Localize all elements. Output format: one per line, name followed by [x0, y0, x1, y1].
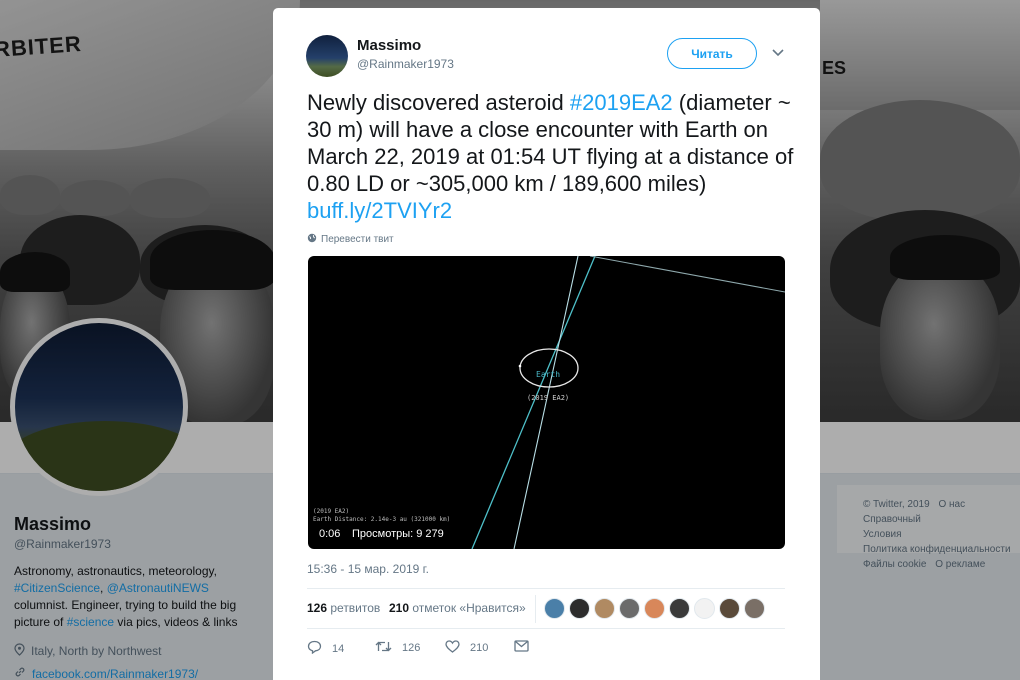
video-views-badge: Просмотры: 9 279: [346, 526, 450, 542]
tweet-actions: 14 126 210: [307, 640, 607, 660]
liker-avatars: [544, 598, 765, 619]
asteroid-trajectory-line: [471, 256, 596, 549]
liker-avatar[interactable]: [694, 598, 715, 619]
reply-button[interactable]: 14: [307, 640, 344, 657]
tweet-text: Newly discovered asteroid #2019EA2 (diam…: [307, 89, 797, 224]
trajectory-line: [589, 256, 785, 293]
tweet-text-part: Newly discovered asteroid: [307, 90, 570, 115]
tweet-link[interactable]: buff.ly/2TVIYr2: [307, 198, 452, 223]
earth-orbit-ellipse: [519, 348, 579, 388]
retweet-count: 126: [307, 601, 328, 615]
media-info-line: Earth Distance: 2.14e-3 au (321000 km): [313, 516, 451, 523]
trajectory-line: [513, 256, 579, 549]
tweet-author-handle[interactable]: @Rainmaker1973: [357, 57, 454, 71]
translate-label: Перевести твит: [321, 234, 394, 245]
tweet-author-name[interactable]: Massimo: [357, 37, 421, 54]
liker-avatar[interactable]: [594, 598, 615, 619]
liker-avatar[interactable]: [744, 598, 765, 619]
like-count: 210: [389, 601, 410, 615]
media-earth-label: Earth: [536, 370, 561, 379]
tweet-stats: 126 ретвитов 210 отметок «Нравится»: [307, 588, 785, 629]
tweet-timestamp[interactable]: 15:36 - 15 мар. 2019 г.: [307, 562, 429, 576]
liker-avatar[interactable]: [569, 598, 590, 619]
tweet-hashtag[interactable]: #2019EA2: [570, 90, 673, 115]
chevron-down-icon[interactable]: [771, 46, 785, 60]
retweet-label: ретвитов: [327, 601, 381, 615]
retweet-button[interactable]: 126: [375, 640, 420, 656]
like-button[interactable]: 210: [445, 640, 488, 656]
tweet-modal: Massimo @Rainmaker1973 Читать Newly disc…: [273, 8, 820, 680]
reply-count: 14: [332, 642, 345, 655]
translate-tweet-link[interactable]: Перевести твит: [307, 233, 394, 246]
retweet-icon: [375, 640, 392, 656]
liker-avatar[interactable]: [619, 598, 640, 619]
liker-avatar[interactable]: [719, 598, 740, 619]
liker-avatar[interactable]: [644, 598, 665, 619]
reply-icon: [307, 640, 322, 657]
media-info-line: (2019 EA2): [313, 508, 350, 515]
liker-avatar[interactable]: [669, 598, 690, 619]
heart-icon: [445, 640, 460, 656]
stats-divider: [535, 595, 536, 623]
liker-avatar[interactable]: [544, 598, 565, 619]
retweet-stat[interactable]: 126 ретвитов: [307, 601, 380, 615]
like-label: отметок «Нравится»: [409, 601, 526, 615]
orbit-diagram: [471, 256, 785, 549]
like-action-count: 210: [470, 642, 489, 654]
follow-button[interactable]: Читать: [667, 38, 757, 69]
likes-stat[interactable]: 210 отметок «Нравится»: [389, 601, 526, 615]
media-asteroid-label: (2019 EA2): [527, 394, 570, 402]
globe-icon: [307, 233, 317, 246]
direct-message-button[interactable]: [514, 640, 529, 655]
envelope-icon: [514, 640, 529, 655]
video-duration-badge: 0:06: [314, 526, 346, 542]
tweet-video[interactable]: Earth (2019 EA2) (2019 EA2) Earth Distan…: [308, 256, 785, 549]
earth-marker: [518, 364, 522, 368]
media-info-text: (2019 EA2) Earth Distance: 2.14e-3 au (3…: [313, 508, 450, 524]
tweet-author-avatar[interactable]: [306, 35, 348, 77]
retweet-action-count: 126: [402, 642, 421, 654]
